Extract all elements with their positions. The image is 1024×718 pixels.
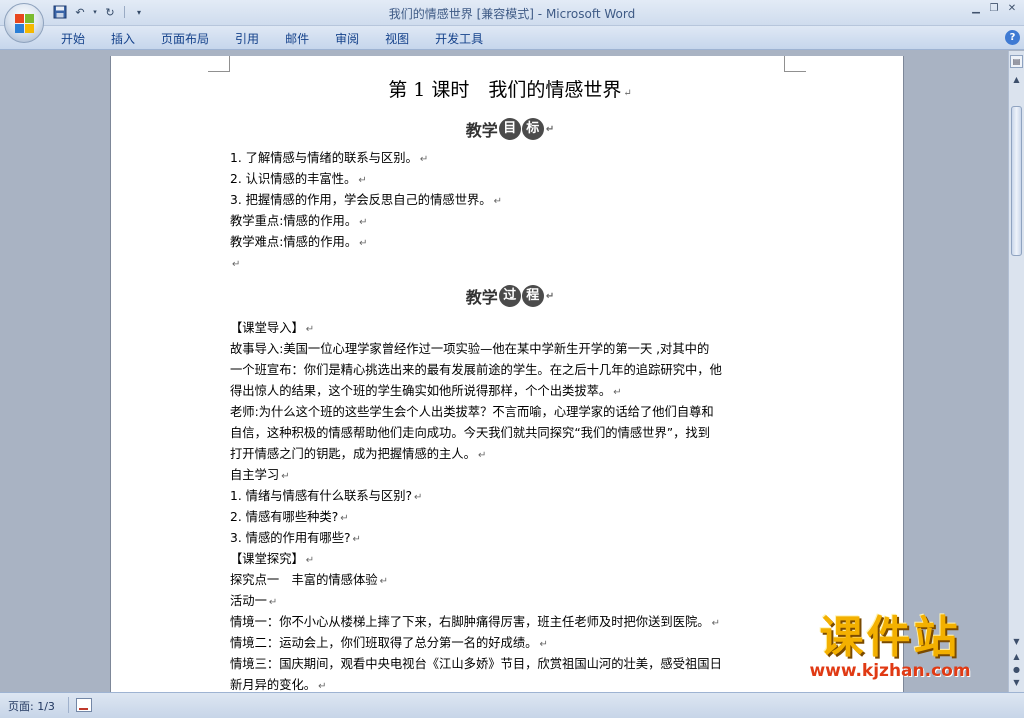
text-line: 情境一：你不小心从楼梯上摔了下来，右脚肿痛得厉害，班主任老师及时把你送到医院。 ↵ [230, 615, 720, 629]
text-line: 自主学习 ↵ [230, 468, 290, 482]
watermark-url: www.kjzhan.com [809, 661, 971, 681]
crop-mark-top-left [208, 56, 230, 72]
scroll-down-icon[interactable]: ▼ [1010, 635, 1023, 649]
text-line: 情境二：运动会上，你们班取得了总分第一名的好成绩。 ↵ [230, 636, 548, 650]
list-item: 2. 认识情感的丰富性。 ↵ [230, 172, 367, 186]
window-title: 我们的情感世界 [兼容模式] - Microsoft Word [0, 5, 1024, 22]
minimize-icon[interactable]: ▁ [968, 2, 984, 16]
vertical-scrollbar[interactable]: ▤ ▲ ▼ ▲ ● ▼ [1008, 51, 1024, 692]
text-line: 故事导入:美国一位心理学家曾经作过一项实验—他在某中学新生开学的第一天 ,对其中… [230, 342, 710, 356]
heading-circle-char: 过 [498, 285, 521, 307]
restore-icon[interactable]: ❐ [986, 2, 1002, 16]
text-line: 新月异的变化。 ↵ [230, 678, 327, 692]
scroll-thumb[interactable] [1011, 106, 1022, 256]
text-line: 2. 情感有哪些种类? ↵ [230, 510, 349, 524]
tab-view[interactable]: 视图 [372, 30, 422, 48]
office-button[interactable] [4, 3, 44, 43]
text-line: 探究点一 丰富的情感体验 ↵ [230, 573, 388, 587]
text-line: 一个班宣布：你们是精心挑选出来的最有发展前途的学生。在之后十几年的追踪研究中，他 [230, 363, 722, 377]
watermark-logo: 课件站 www.kjzhan.com [770, 612, 1010, 681]
help-icon[interactable]: ? [1005, 30, 1020, 45]
crop-mark-top-right [784, 56, 806, 72]
section-heading-goals: 教学 目 标 ↵ [230, 110, 790, 148]
document-workspace: 第 1 课时 我们的情感世界 ↵ 教学 目 标 ↵ 1. 了解情感与情绪的联系与区… [0, 51, 1008, 692]
empty-paragraph: ↵ [232, 259, 241, 270]
text-line: 3. 情感的作用有哪些? ↵ [230, 531, 361, 545]
app-name: Microsoft Word [545, 7, 636, 21]
proofing-icon[interactable] [76, 698, 92, 712]
close-icon[interactable]: ✕ [1004, 2, 1020, 16]
text-line: 1. 情绪与情感有什么联系与区别? ↵ [230, 489, 423, 503]
status-bar: 页面: 1/3 [0, 692, 1024, 718]
previous-page-icon[interactable]: ▲ [1010, 651, 1023, 663]
text-line: 打开情感之门的钥匙，成为把握情感的主人。 ↵ [230, 447, 487, 461]
heading-circle-char: 目 [498, 118, 521, 140]
view-ruler-icon[interactable]: ▤ [1010, 55, 1023, 68]
heading-circle-char: 程 [521, 285, 544, 307]
ribbon-tab-bar: 开始 插入 页面布局 引用 邮件 审阅 视图 开发工具 ? [0, 26, 1024, 50]
tab-review[interactable]: 审阅 [322, 30, 372, 48]
paragraph-mark: ↵ [623, 88, 632, 99]
heading-circle-char: 标 [521, 118, 544, 140]
text-line: 老师:为什么这个班的这些学生会个人出类拔萃？不言而喻，心理学家的话给了他们自尊和 [230, 405, 714, 419]
list-item: 1. 了解情感与情绪的联系与区别。 ↵ [230, 151, 429, 165]
paragraph-mark: ↵ [545, 123, 555, 135]
office-logo-icon [15, 14, 34, 33]
list-item: 教学重点:情感的作用。 ↵ [230, 214, 368, 228]
next-page-icon[interactable]: ▼ [1010, 677, 1023, 689]
scroll-up-icon[interactable]: ▲ [1010, 73, 1023, 87]
text-line: 【课堂导入】 ↵ [230, 321, 315, 335]
section-heading-process: 教学 过 程 ↵ [230, 274, 790, 318]
title-separator: - [533, 7, 546, 21]
text-line: 得出惊人的结果，这个班的学生确实如他所说得那样，个个出类拔萃。 ↵ [230, 384, 622, 398]
browse-object-icon[interactable]: ● [1010, 664, 1023, 676]
status-separator [68, 697, 69, 713]
goals-list: 1. 了解情感与情绪的联系与区别。 ↵ 2. 认识情感的丰富性。 ↵ 3. 把握情感… [230, 148, 790, 274]
paragraph-mark: ↵ [545, 290, 555, 302]
tab-insert[interactable]: 插入 [98, 30, 148, 48]
text-line: 情境三：国庆期间，观看中央电视台《江山多娇》节目，欣赏祖国山河的壮美，感受祖国日 [230, 657, 722, 671]
page-indicator[interactable]: 页面: 1/3 [8, 698, 55, 714]
watermark-text: 课件站 [819, 612, 961, 663]
tab-references[interactable]: 引用 [222, 30, 272, 48]
list-item: 3. 把握情感的作用，学会反思自己的情感世界。 ↵ [230, 193, 502, 207]
document-page[interactable]: 第 1 课时 我们的情感世界 ↵ 教学 目 标 ↵ 1. 了解情感与情绪的联系与区… [110, 56, 904, 692]
text-line: 自信，这种积极的情感帮助他们走向成功。今天我们就共同探究“我们的情感世界”，找到 [230, 426, 711, 440]
text-line: 【课堂探究】 ↵ [230, 552, 315, 566]
title-bar: ↶ ▾ ↻ ▾ 我们的情感世界 [兼容模式] - Microsoft Word … [0, 0, 1024, 26]
tab-page-layout[interactable]: 页面布局 [148, 30, 222, 48]
tab-mailings[interactable]: 邮件 [272, 30, 322, 48]
process-text: 【课堂导入】 ↵ 故事导入:美国一位心理学家曾经作过一项实验—他在某中学新生开学的… [230, 318, 790, 692]
lesson-title: 第 1 课时 我们的情感世界 ↵ [388, 79, 632, 101]
document-name: 我们的情感世界 [兼容模式] [388, 7, 534, 21]
window-controls: ▁ ❐ ✕ [968, 2, 1020, 16]
list-item: 教学难点:情感的作用。 ↵ [230, 235, 368, 249]
tab-home[interactable]: 开始 [48, 30, 98, 48]
ribbon-tabs: 开始 插入 页面布局 引用 邮件 审阅 视图 开发工具 [48, 30, 496, 48]
tab-developer[interactable]: 开发工具 [422, 30, 496, 48]
document-body: 第 1 课时 我们的情感世界 ↵ 教学 目 标 ↵ 1. 了解情感与情绪的联系与区… [230, 76, 790, 692]
text-line: 活动一 ↵ [230, 594, 278, 608]
